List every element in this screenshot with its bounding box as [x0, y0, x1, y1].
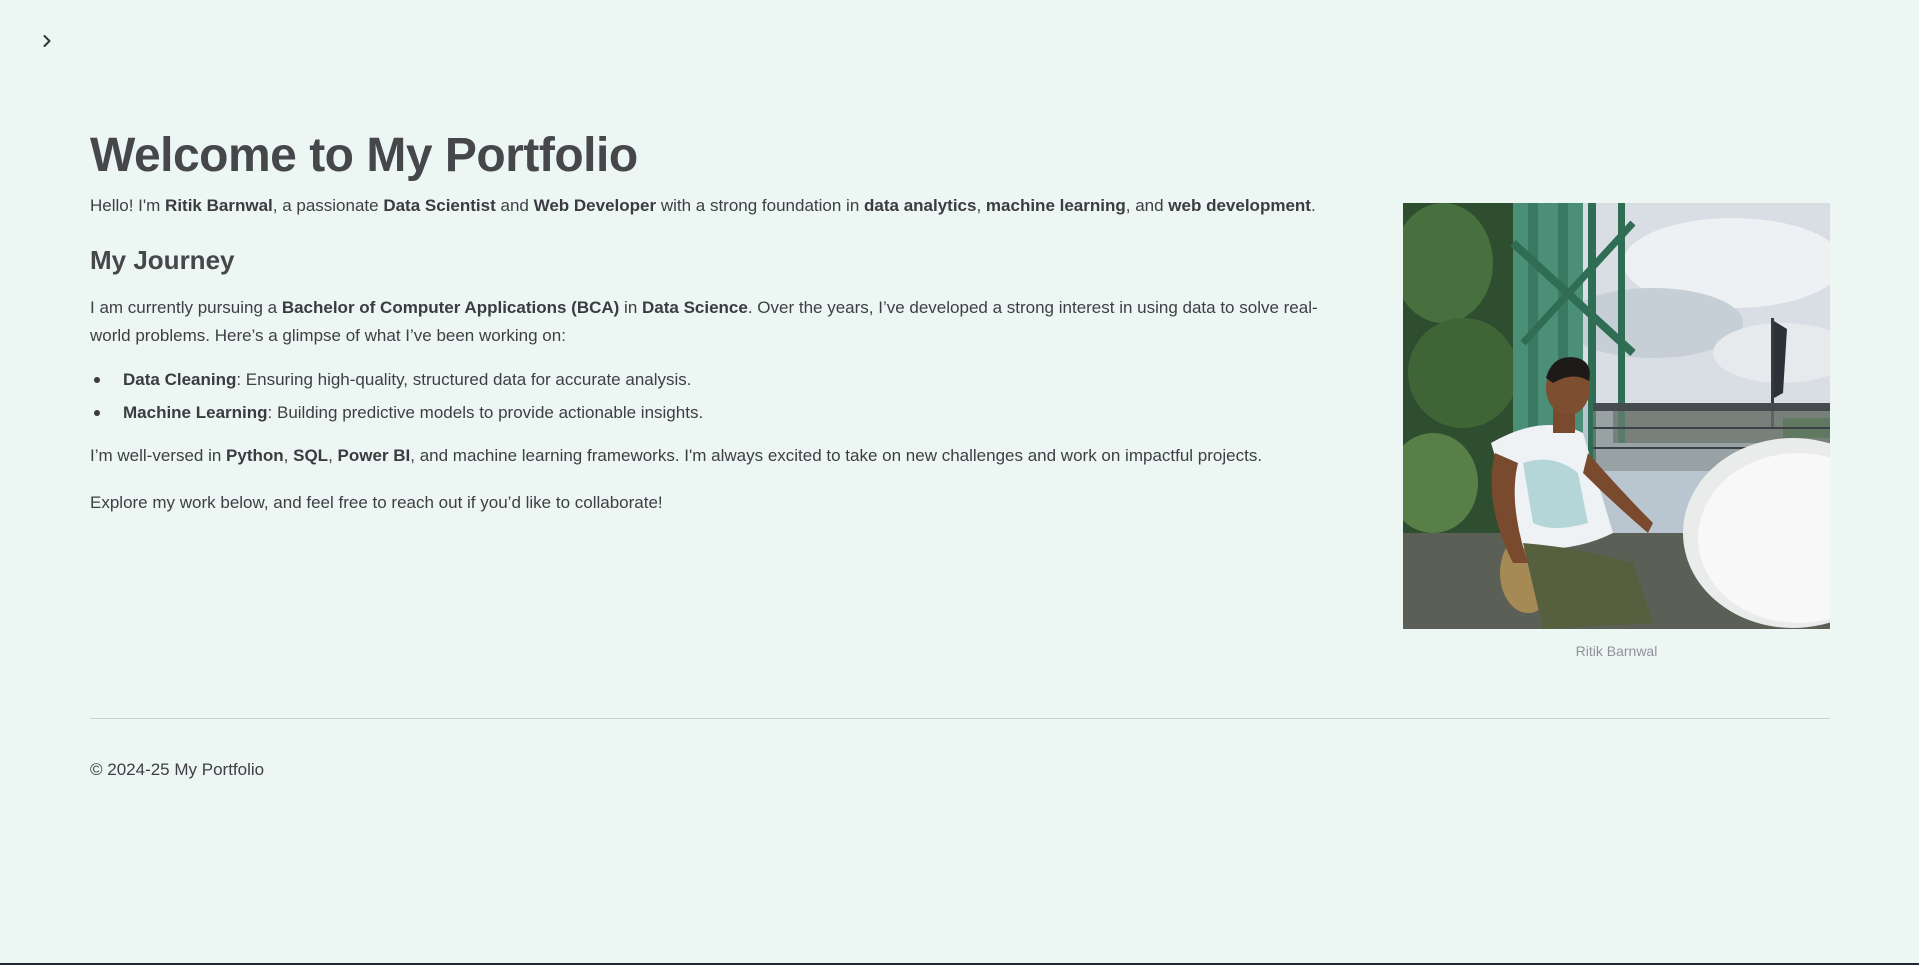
skills-list: Data Cleaning: Ensuring high-quality, st…	[90, 366, 1340, 427]
intro-name: Ritik Barnwal	[165, 196, 273, 215]
footer-copyright: © 2024-25 My Portfolio	[90, 760, 265, 779]
app-root: Welcome to My Portfolio Hello! I'm Ritik…	[0, 0, 1919, 965]
intro-text: , a passionate	[272, 196, 384, 215]
tools-paragraph: I’m well-versed in Python, SQL, Power BI…	[90, 442, 1340, 470]
tool-name: Python	[226, 446, 284, 465]
footer-divider	[90, 718, 1830, 719]
tools-text: ,	[283, 446, 294, 465]
journey-text: I am currently pursuing a	[90, 298, 282, 317]
intro-text: and	[495, 196, 534, 215]
bullet-icon	[94, 377, 100, 383]
journey-text: in	[619, 298, 642, 317]
main-content: Welcome to My Portfolio Hello! I'm Ritik…	[90, 120, 1830, 659]
tools-text: I’m well-versed in	[90, 446, 227, 465]
skill-description: : Ensuring high-quality, structured data…	[236, 370, 692, 389]
list-item: Machine Learning: Building predictive mo…	[90, 399, 1340, 427]
tool-name: Power BI	[337, 446, 411, 465]
journey-field: Data Science	[642, 298, 748, 317]
profile-photo	[1403, 203, 1830, 629]
tool-name: SQL	[293, 446, 329, 465]
intro-text: , and	[1125, 196, 1169, 215]
journey-paragraph: I am currently pursuing a Bachelor of Co…	[90, 294, 1340, 350]
intro-paragraph: Hello! I'm Ritik Barnwal, a passionate D…	[90, 192, 1340, 220]
intro-role: Data Scientist	[383, 196, 496, 215]
about-column: Hello! I'm Ritik Barnwal, a passionate D…	[90, 192, 1340, 517]
profile-column: Ritik Barnwal	[1403, 203, 1830, 661]
intro-text: Hello! I'm	[90, 196, 166, 215]
profile-photo-caption: Ritik Barnwal	[1575, 643, 1658, 659]
skill-label: Data Cleaning	[123, 370, 237, 389]
journey-heading: My Journey	[90, 245, 235, 275]
profile-photo-illustration	[1403, 203, 1830, 629]
intro-text: .	[1310, 196, 1316, 215]
explore-paragraph: Explore my work below, and feel free to …	[90, 493, 663, 512]
intro-skill: data analytics	[864, 196, 977, 215]
content-columns: Hello! I'm Ritik Barnwal, a passionate D…	[90, 192, 1830, 659]
skill-description: : Building predictive models to provide …	[267, 403, 704, 422]
sidebar-expand-button[interactable]	[34, 28, 60, 54]
intro-skill: web development	[1168, 196, 1311, 215]
journey-degree: Bachelor of Computer Applications (BCA)	[281, 298, 620, 317]
tools-text: , and machine learning frameworks. I'm a…	[410, 446, 1263, 465]
intro-text: ,	[976, 196, 986, 215]
list-item: Data Cleaning: Ensuring high-quality, st…	[90, 366, 1340, 394]
tools-text: ,	[328, 446, 338, 465]
page-title: Welcome to My Portfolio	[90, 129, 638, 182]
skill-label: Machine Learning	[123, 403, 268, 422]
intro-role: Web Developer	[533, 196, 657, 215]
bullet-icon	[94, 410, 100, 416]
intro-text: with a strong foundation in	[656, 196, 865, 215]
chevron-right-icon	[43, 35, 51, 47]
intro-skill: machine learning	[985, 196, 1126, 215]
